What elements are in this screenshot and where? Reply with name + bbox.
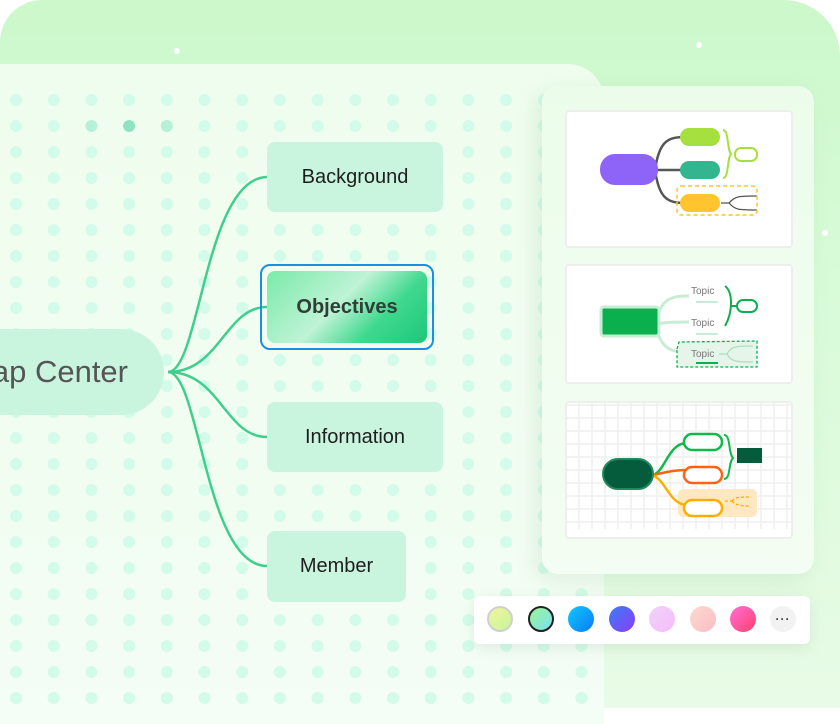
topic-member[interactable]: Member: [267, 531, 406, 602]
summary-node: [734, 147, 758, 162]
color-swatch-indigo[interactable]: [608, 606, 635, 632]
template-card-green[interactable]: Topic Topic Topic: [565, 264, 793, 384]
root-node: [602, 458, 654, 490]
subtopic: [682, 432, 724, 452]
subtopic: [680, 128, 720, 146]
topic-information[interactable]: Information: [267, 402, 443, 472]
topic-objectives[interactable]: Objectives: [267, 271, 427, 343]
template-preview-colorful: [600, 128, 758, 216]
topic-text: Topic: [691, 318, 714, 329]
subtopic: [680, 194, 720, 212]
more-colors-button[interactable]: ···: [770, 606, 796, 632]
color-swatch-sky[interactable]: [568, 606, 594, 632]
color-swatch-lavender[interactable]: [649, 606, 675, 632]
summary-brace: [722, 129, 733, 179]
template-preview-green: Topic Topic Topic: [599, 285, 758, 368]
topic-label: Background: [301, 165, 409, 188]
root-node: [599, 305, 661, 338]
color-palette: ···: [474, 596, 810, 644]
subtopic: [680, 161, 720, 179]
more-icon: ···: [775, 612, 791, 626]
topic-label: Objectives: [296, 295, 398, 318]
summary-node: [736, 299, 758, 313]
color-swatch-mint[interactable]: [527, 606, 554, 632]
color-swatch-peach[interactable]: [689, 606, 716, 632]
topic-text: Topic: [691, 349, 714, 360]
topic-label: Member: [299, 555, 374, 577]
connector-information: [167, 370, 268, 439]
template-preview-grid: [567, 403, 791, 529]
topic-label: Information: [304, 425, 406, 448]
connector-objectives: [167, 305, 268, 374]
topic-background[interactable]: Background: [267, 142, 443, 212]
subtopic: [682, 465, 724, 485]
color-swatch-lime[interactable]: [487, 606, 513, 632]
root-node: [600, 154, 658, 185]
color-swatch-pink[interactable]: [730, 606, 756, 632]
summary-node: [737, 448, 762, 463]
summary-brace: [724, 285, 732, 327]
subtopic: [682, 498, 724, 518]
template-card-colorful[interactable]: [565, 110, 793, 248]
central-topic[interactable]: ap Center: [0, 329, 164, 415]
topic-text: Topic: [691, 286, 714, 297]
central-topic-label: ap Center: [0, 354, 128, 389]
template-card-grid[interactable]: [565, 401, 793, 539]
